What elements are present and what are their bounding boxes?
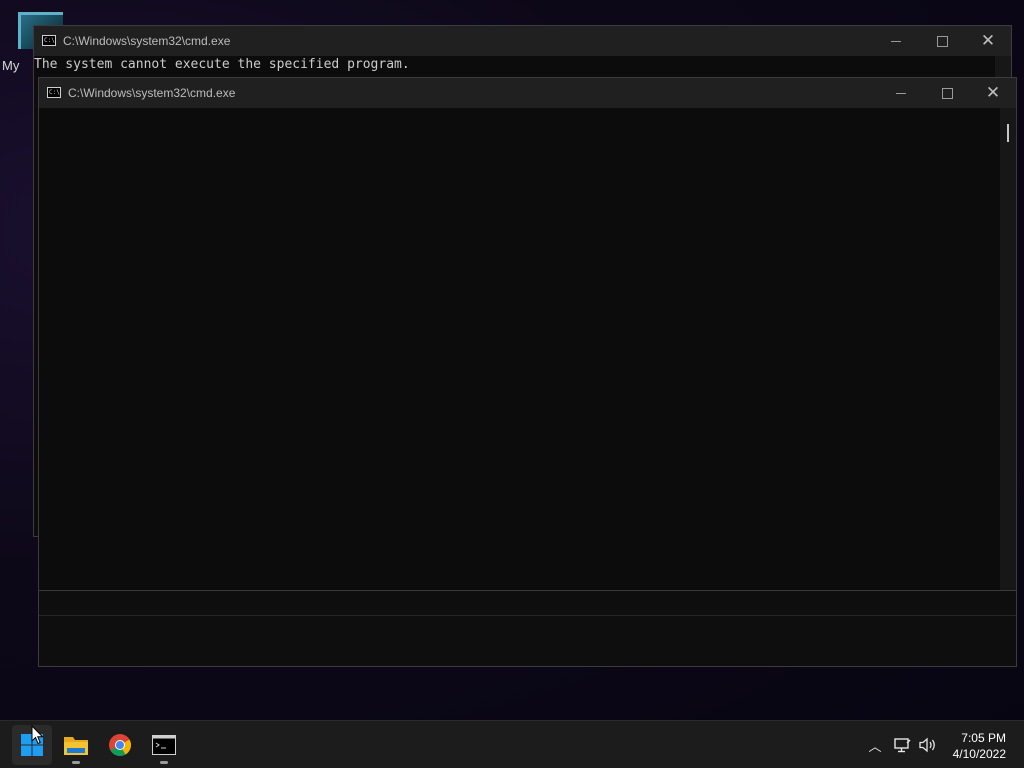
console-output[interactable]: The system cannot execute the specified … — [34, 57, 410, 72]
window-lower-pane — [39, 591, 1016, 666]
taskbar-cmd[interactable] — [144, 725, 184, 765]
taskbar-chrome[interactable] — [100, 725, 140, 765]
running-indicator — [72, 761, 80, 764]
taskbar: ︿ 7:05 PM 4/10/2022 — [0, 720, 1024, 768]
speaker-icon — [919, 737, 935, 753]
system-clock[interactable]: 7:05 PM 4/10/2022 — [953, 730, 1006, 762]
pane-divider — [39, 615, 1016, 616]
title-bar[interactable]: C:\ C:\Windows\system32\cmd.exe ✕ — [39, 78, 1016, 108]
close-button[interactable]: ✕ — [965, 26, 1011, 56]
cmd-app-icon: C:\ — [42, 35, 56, 46]
minimize-button[interactable] — [873, 26, 919, 56]
chevron-up-icon: ︿ — [868, 739, 882, 755]
running-indicator — [160, 761, 168, 764]
clock-date: 4/10/2022 — [952, 747, 1006, 761]
scrollbar-thumb[interactable] — [1007, 124, 1009, 142]
window-title: C:\Windows\system32\cmd.exe — [63, 34, 231, 48]
network-icon — [894, 738, 911, 753]
desktop-icon-label: My — [2, 58, 20, 73]
volume-button[interactable] — [916, 721, 940, 768]
network-button[interactable] — [892, 721, 914, 768]
clock-time: 7:05 PM — [961, 731, 1006, 745]
console-output[interactable] — [39, 109, 999, 589]
scrollbar[interactable] — [1000, 108, 1016, 590]
terminal-icon — [152, 735, 176, 755]
mouse-pointer-icon — [31, 725, 44, 745]
close-button[interactable]: ✕ — [970, 78, 1016, 108]
maximize-button[interactable] — [924, 78, 970, 108]
tray-overflow-button[interactable]: ︿ — [864, 721, 886, 768]
window-title: C:\Windows\system32\cmd.exe — [68, 86, 236, 100]
folder-icon — [64, 737, 88, 755]
title-bar[interactable]: C:\ C:\Windows\system32\cmd.exe ✕ — [34, 26, 1011, 56]
cmd-app-icon: C:\ — [47, 87, 61, 98]
taskbar-file-explorer[interactable] — [56, 725, 96, 765]
maximize-button[interactable] — [919, 26, 965, 56]
cmd-window-front[interactable]: C:\ C:\Windows\system32\cmd.exe ✕ — [39, 78, 1016, 666]
chrome-icon — [109, 734, 131, 756]
minimize-button[interactable] — [878, 78, 924, 108]
